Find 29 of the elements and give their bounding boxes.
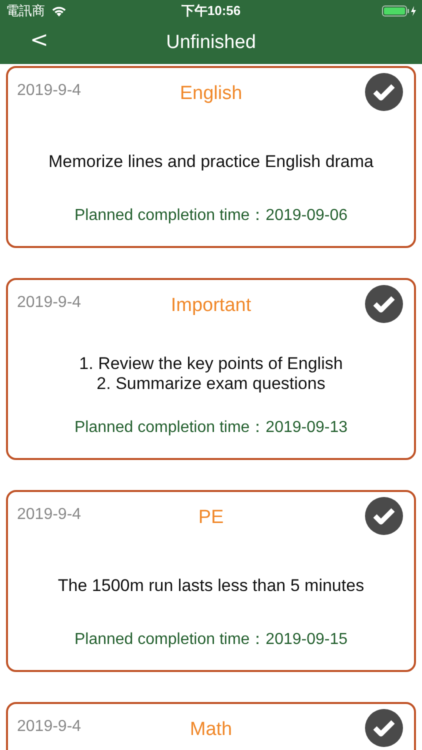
task-description: 1. Review the key points of English [79, 354, 343, 374]
back-button[interactable]: < [24, 28, 54, 53]
wifi-icon [51, 5, 67, 17]
checkmark-icon[interactable] [365, 709, 403, 747]
planned-completion-time: Planned completion time：2019-09-15 [74, 630, 348, 650]
task-title: Important [170, 295, 252, 317]
planned-completion-time: Planned completion time：2019-09-06 [74, 206, 348, 226]
task-description: Memorize lines and practice English drama [48, 152, 374, 172]
task-card[interactable]: 2019-9-4 Important 1. Review the key points of English 2. Summarize exam questions Planned completion time：2019-09-13 [6, 278, 416, 460]
battery-icon [382, 5, 418, 17]
task-card[interactable]: 2019-9-4 English Memorize lines and practice English drama Planned completion time：2019-09-06 [6, 66, 416, 248]
planned-completion-time: Planned completion time：2019-09-13 [74, 418, 348, 438]
task-description: 2. Summarize exam questions [96, 374, 326, 394]
carrier-name: 電訊商 [6, 2, 45, 20]
checkmark-icon[interactable] [365, 497, 403, 535]
task-title: Math [190, 719, 232, 741]
task-date: 2019-9-4 [17, 294, 82, 312]
task-description: The 1500m run lasts less than 5 minutes [58, 576, 364, 596]
clock: 下午10:56 [181, 2, 241, 20]
task-card[interactable]: 2019-9-4 Math [6, 702, 416, 750]
task-date: 2019-9-4 [17, 506, 82, 524]
task-title: PE [198, 507, 224, 529]
checkmark-icon[interactable] [365, 73, 403, 111]
checkmark-icon[interactable] [365, 285, 403, 323]
page-title: Unfinished [166, 32, 256, 54]
task-date: 2019-9-4 [17, 82, 82, 100]
task-card[interactable]: 2019-9-4 PE The 1500m run lasts less than 5 minutes Planned completion time：2019-09-15 [6, 490, 416, 672]
task-date: 2019-9-4 [17, 718, 82, 736]
task-title: English [180, 83, 242, 105]
